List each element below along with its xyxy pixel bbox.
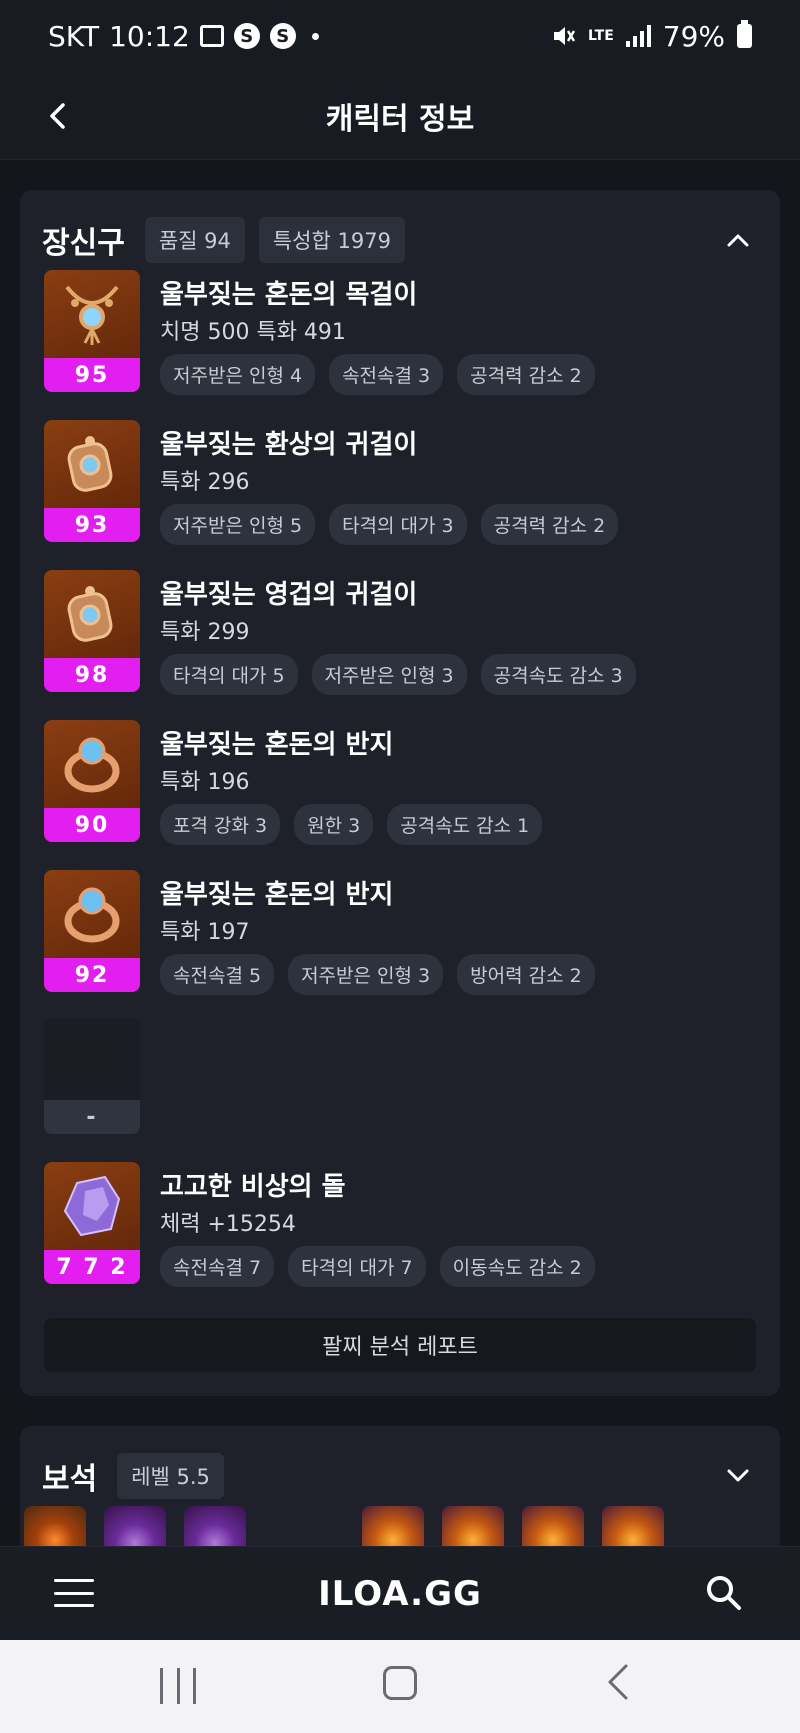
engraving-tag: 공격속도 감소 3 bbox=[480, 654, 636, 695]
engraving-tag: 이동속도 감소 2 bbox=[439, 1246, 595, 1287]
item-thumbnail: 90 bbox=[44, 720, 140, 842]
lte-icon: LTE bbox=[588, 28, 614, 44]
accessory-item[interactable]: 93 울부짖는 환상의 귀걸이 특화 296 저주받은 인형 5 타격의 대가 … bbox=[44, 420, 756, 545]
accessory-item[interactable]: 95 울부짖는 혼돈의 목걸이 치명 500 특화 491 저주받은 인형 4 … bbox=[44, 270, 756, 395]
accessory-item[interactable]: 98 울부짖는 영겁의 귀걸이 특화 299 타격의 대가 5 저주받은 인형 … bbox=[44, 570, 756, 695]
back-button[interactable] bbox=[36, 94, 80, 138]
engraving-tag: 타격의 대가 7 bbox=[288, 1246, 426, 1287]
engraving-tag: 타격의 대가 3 bbox=[329, 504, 467, 545]
empty-bracelet-slot[interactable]: - bbox=[44, 1018, 140, 1134]
item-thumbnail: 92 bbox=[44, 870, 140, 992]
mute-icon bbox=[554, 27, 576, 45]
bottom-navigation: ILOA.GG bbox=[0, 1546, 800, 1640]
empty-slot-art bbox=[44, 1018, 140, 1100]
carrier-label: SKT bbox=[48, 19, 100, 53]
collapse-button[interactable] bbox=[718, 220, 758, 260]
item-thumbnail: 98 bbox=[44, 570, 140, 692]
system-navigation-bar bbox=[0, 1640, 800, 1733]
signal-icon bbox=[625, 25, 651, 47]
engraving-tag: 원한 3 bbox=[294, 804, 374, 845]
quality-level-badge: 92 bbox=[44, 958, 140, 992]
app-logo[interactable]: ILOA.GG bbox=[318, 1574, 482, 1614]
item-stat: 특화 296 bbox=[160, 470, 250, 495]
accessory-card-header: 장신구 품질 94 특성합 1979 bbox=[20, 190, 780, 270]
gem-level-badge: 레벨 5.5 bbox=[117, 1453, 224, 1499]
earring-icon bbox=[44, 420, 140, 508]
item-name: 울부짖는 혼돈의 반지 bbox=[160, 730, 394, 760]
engraving-tag: 저주받은 인형 4 bbox=[160, 354, 316, 395]
ring-icon bbox=[44, 870, 140, 958]
dot-icon bbox=[311, 32, 319, 40]
item-name: 울부짖는 영겁의 귀걸이 bbox=[160, 580, 418, 610]
back-icon[interactable] bbox=[606, 1662, 630, 1712]
item-name: 고고한 비상의 돌 bbox=[160, 1172, 346, 1202]
page-title: 캐릭터 정보 bbox=[325, 101, 475, 137]
engraving-tag: 속전속결 7 bbox=[160, 1246, 275, 1287]
recent-apps-icon[interactable] bbox=[160, 1668, 196, 1704]
empty-slot-label: - bbox=[44, 1100, 140, 1134]
item-name: 울부짖는 혼돈의 반지 bbox=[160, 880, 394, 910]
item-stat: 특화 299 bbox=[160, 620, 250, 645]
item-thumbnail: 7 7 2 bbox=[44, 1162, 140, 1284]
quality-level-badge: 95 bbox=[44, 358, 140, 392]
item-thumbnail: 95 bbox=[44, 270, 140, 392]
item-stat: 특화 197 bbox=[160, 920, 250, 945]
battery-percent: 79% bbox=[662, 19, 725, 53]
battery-icon bbox=[737, 20, 752, 48]
accessory-item[interactable]: 90 울부짖는 혼돈의 반지 특화 196 포격 강화 3 원한 3 공격속도 … bbox=[44, 720, 756, 845]
expand-button[interactable] bbox=[718, 1456, 758, 1496]
stone-level-badge: 7 7 2 bbox=[44, 1250, 140, 1284]
necklace-icon bbox=[44, 270, 140, 358]
earring-icon bbox=[44, 570, 140, 658]
engraving-tag: 속전속결 5 bbox=[160, 954, 275, 995]
engraving-tag: 공격력 감소 2 bbox=[480, 504, 619, 545]
chevron-left-icon bbox=[50, 103, 65, 129]
image-icon bbox=[199, 25, 224, 47]
ring-icon bbox=[44, 720, 140, 808]
quality-level-badge: 90 bbox=[44, 808, 140, 842]
engraving-tag: 포격 강화 3 bbox=[160, 804, 281, 845]
engraving-tag: 타격의 대가 5 bbox=[160, 654, 298, 695]
ability-stone-icon bbox=[44, 1162, 140, 1250]
quality-badge: 품질 94 bbox=[144, 217, 245, 263]
gem-title: 보석 bbox=[42, 1462, 98, 1497]
item-stat: 치명 500 특화 491 bbox=[160, 320, 346, 345]
engraving-tag: 저주받은 인형 5 bbox=[160, 504, 316, 545]
gem-card-header: 보석 레벨 5.5 bbox=[20, 1426, 780, 1506]
chevron-up-icon bbox=[727, 234, 749, 247]
bracelet-report-button[interactable]: 팔찌 분석 레포트 bbox=[44, 1318, 756, 1372]
s-icon: S bbox=[269, 23, 296, 49]
s-icon: S bbox=[233, 23, 260, 49]
item-thumbnail: 93 bbox=[44, 420, 140, 542]
time-label: 10:12 bbox=[109, 19, 190, 53]
accessory-item[interactable]: 92 울부짖는 혼돈의 반지 특화 197 속전속결 5 저주받은 인형 3 방… bbox=[44, 870, 756, 995]
item-name: 울부짖는 혼돈의 목걸이 bbox=[160, 280, 418, 310]
chevron-down-icon bbox=[727, 1469, 749, 1482]
engraving-tag: 공격력 감소 2 bbox=[457, 354, 595, 395]
quality-level-badge: 93 bbox=[44, 508, 140, 542]
item-stat: 특화 196 bbox=[160, 770, 250, 795]
engraving-tag: 방어력 감소 2 bbox=[457, 954, 595, 995]
item-name: 울부짖는 환상의 귀걸이 bbox=[160, 430, 418, 460]
hamburger-icon[interactable] bbox=[54, 1575, 94, 1611]
stat-sum-badge: 특성합 1979 bbox=[258, 217, 405, 263]
status-bar: SKT 10:12 S S LTE 79% bbox=[0, 0, 800, 72]
search-icon[interactable] bbox=[704, 1573, 744, 1613]
ability-stone-item[interactable]: 7 7 2 고고한 비상의 돌 체력 +15254 속전속결 7 타격의 대가 … bbox=[44, 1162, 756, 1287]
item-stat: 체력 +15254 bbox=[160, 1212, 296, 1237]
home-icon[interactable] bbox=[383, 1666, 417, 1700]
quality-level-badge: 98 bbox=[44, 658, 140, 692]
engraving-tag: 저주받은 인형 3 bbox=[311, 654, 467, 695]
engraving-tag: 속전속결 3 bbox=[329, 354, 444, 395]
accessory-title: 장신구 bbox=[42, 226, 125, 261]
app-header: 캐릭터 정보 bbox=[0, 72, 800, 160]
accessory-card: 장신구 품질 94 특성합 1979 95 울부짖는 혼돈의 목걸이 치명 50… bbox=[20, 190, 780, 1396]
engraving-tag: 저주받은 인형 3 bbox=[288, 954, 444, 995]
engraving-tag: 공격속도 감소 1 bbox=[387, 804, 543, 845]
